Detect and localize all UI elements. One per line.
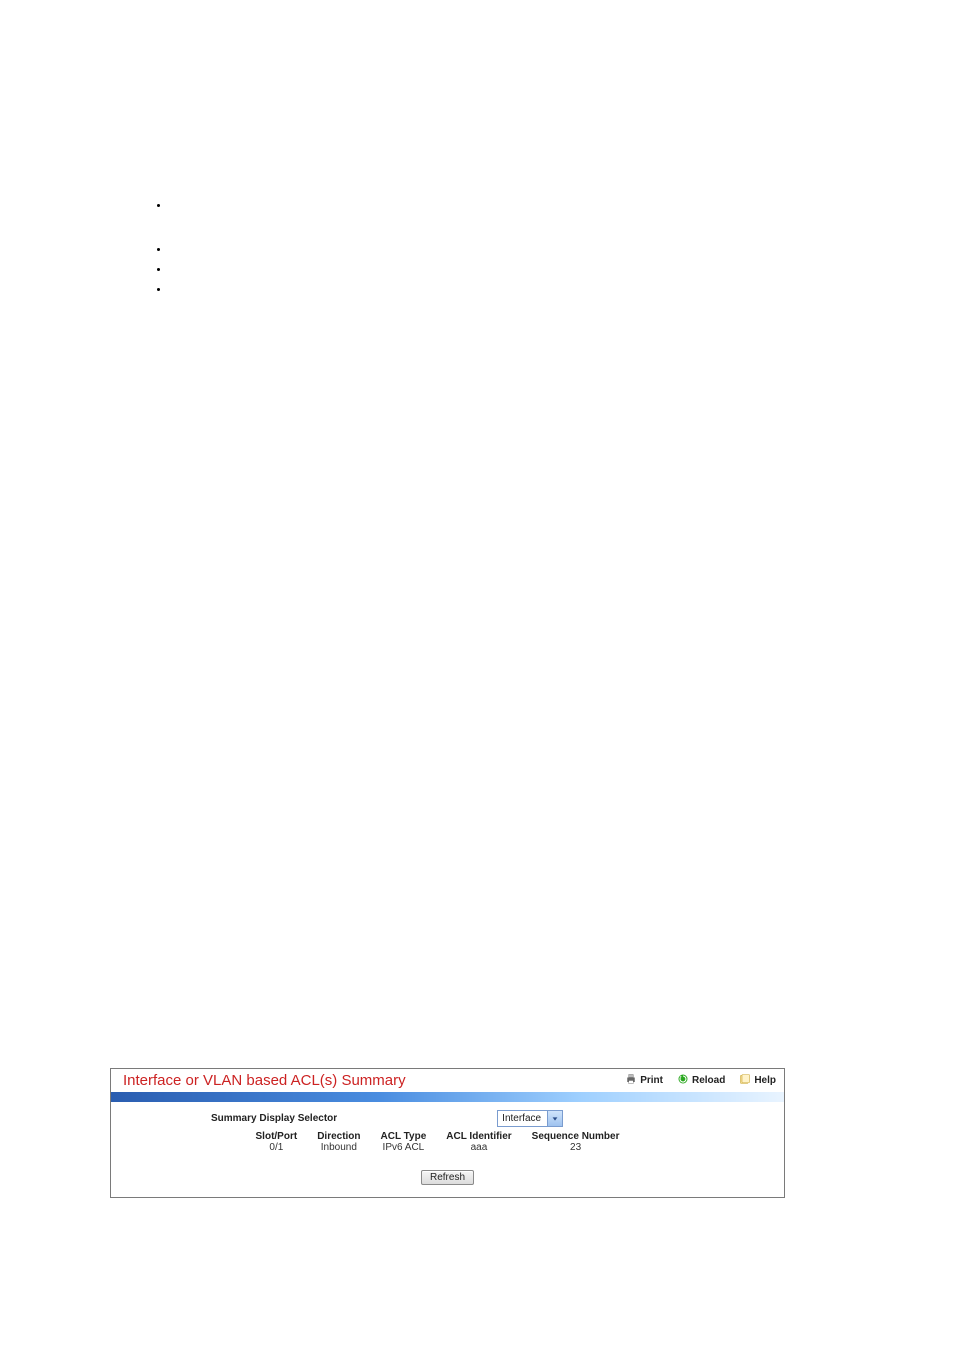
cell-slotport: 0/1	[246, 1142, 308, 1153]
dropdown-value: Interface	[498, 1111, 547, 1126]
table-row: 0/1 Inbound IPv6 ACL aaa 23	[246, 1142, 630, 1153]
panel-header: Interface or VLAN based ACL(s) Summary P…	[111, 1069, 784, 1092]
printer-icon	[625, 1073, 637, 1088]
reload-button[interactable]: Reload	[677, 1073, 725, 1088]
cell-direction: Inbound	[307, 1142, 370, 1153]
table-wrap: Slot/Port Direction ACL Type ACL Identif…	[101, 1129, 774, 1153]
cell-seq: 23	[522, 1142, 630, 1153]
col-aclid: ACL Identifier	[436, 1131, 521, 1142]
col-slotport: Slot/Port	[246, 1131, 308, 1142]
acl-summary-table: Slot/Port Direction ACL Type ACL Identif…	[246, 1131, 630, 1153]
panel-title: Interface or VLAN based ACL(s) Summary	[123, 1072, 406, 1089]
acl-summary-panel: Interface or VLAN based ACL(s) Summary P…	[110, 1068, 785, 1198]
bullet-item	[170, 244, 874, 254]
bullet-item	[170, 284, 874, 294]
selector-label: Summary Display Selector	[211, 1113, 337, 1124]
help-icon	[739, 1073, 751, 1088]
chevron-down-icon	[547, 1111, 562, 1126]
reload-label: Reload	[692, 1075, 725, 1086]
button-row: Refresh	[121, 1167, 774, 1185]
col-direction: Direction	[307, 1131, 370, 1142]
refresh-button[interactable]: Refresh	[421, 1170, 474, 1185]
display-selector-dropdown[interactable]: Interface	[497, 1110, 563, 1127]
col-acltype: ACL Type	[371, 1131, 437, 1142]
cell-aclid: aaa	[436, 1142, 521, 1153]
reload-icon	[677, 1073, 689, 1088]
print-button[interactable]: Print	[625, 1073, 663, 1088]
bullet-list	[170, 200, 874, 294]
bullet-item	[170, 200, 874, 210]
header-separator	[111, 1092, 784, 1102]
bullet-item	[170, 264, 874, 274]
help-button[interactable]: Help	[739, 1073, 776, 1088]
panel-body: Summary Display Selector Interface Slot/…	[111, 1102, 784, 1197]
col-seq: Sequence Number	[522, 1131, 630, 1142]
table-header-row: Slot/Port Direction ACL Type ACL Identif…	[246, 1131, 630, 1142]
header-actions: Print Reload Help	[625, 1073, 776, 1088]
cell-acltype: IPv6 ACL	[371, 1142, 437, 1153]
help-label: Help	[754, 1075, 776, 1086]
selector-row: Summary Display Selector Interface	[211, 1110, 774, 1127]
print-label: Print	[640, 1075, 663, 1086]
